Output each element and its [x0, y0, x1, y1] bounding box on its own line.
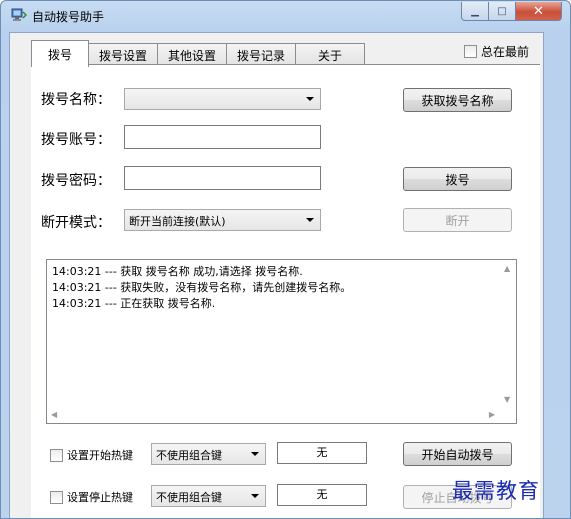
close-button[interactable]: ✕ [516, 2, 562, 21]
log-lines: 14:03:21 --- 获取 拨号名称 成功,请选择 拨号名称. 14:03:… [52, 264, 351, 312]
chevron-down-icon [251, 494, 259, 498]
always-on-top-checkbox[interactable]: 总在最前 [464, 43, 529, 60]
log-line: 14:03:21 --- 获取失败，没有拨号名称，请先创建拨号名称。 [52, 281, 352, 294]
dial-button[interactable]: 拨号 [403, 167, 512, 191]
tab-about-label: 关于 [317, 48, 342, 63]
tab-dial-records[interactable]: 拨号记录 [226, 43, 296, 66]
close-icon: ✕ [533, 3, 544, 19]
tab-dial-label: 拨号 [47, 47, 72, 62]
start-hotkey-modifier-value: 不使用组合键 [156, 449, 222, 462]
get-dial-name-button[interactable]: 获取拨号名称 [403, 88, 512, 112]
app-window: 自动拨号助手 ▁ □ ✕ 拨号 拨号设置 其他设置 拨号记录 关于 总在最前 拨… [0, 0, 571, 519]
always-on-top-check[interactable] [464, 45, 477, 58]
stop-hotkey-label: 设置停止热键 [67, 491, 133, 504]
chevron-down-icon [306, 97, 314, 101]
password-input[interactable] [124, 166, 321, 190]
tab-dial-records-label: 拨号记录 [236, 48, 285, 63]
app-icon [11, 8, 27, 21]
horizontal-scrollbar[interactable]: ◀ ▶ [47, 406, 499, 423]
scroll-left-icon[interactable]: ◀ [51, 410, 57, 419]
title-bar[interactable]: 自动拨号助手 ▁ □ ✕ [1, 1, 570, 31]
start-hotkey-checkbox[interactable]: 设置开始热键 [50, 447, 133, 463]
start-hotkey-key-input[interactable]: 无 [277, 442, 367, 464]
account-input[interactable] [124, 125, 321, 149]
window-title: 自动拨号助手 [32, 10, 105, 24]
log-textarea[interactable]: 14:03:21 --- 获取 拨号名称 成功,请选择 拨号名称. 14:03:… [46, 259, 517, 424]
start-hotkey-label: 设置开始热键 [67, 449, 133, 462]
tab-dial-settings[interactable]: 拨号设置 [88, 43, 158, 66]
watermark-text: 最需教育 [452, 479, 540, 503]
tab-other-settings[interactable]: 其他设置 [157, 43, 227, 66]
always-on-top-label: 总在最前 [481, 45, 530, 59]
scroll-down-icon[interactable]: ▼ [504, 395, 510, 404]
start-hotkey-check[interactable] [50, 448, 63, 462]
password-label: 拨号密码： [41, 173, 111, 189]
tab-other-settings-label: 其他设置 [167, 48, 216, 63]
tab-dial-settings-label: 拨号设置 [98, 48, 147, 63]
start-auto-dial-button[interactable]: 开始自动拨号 [403, 442, 512, 466]
tab-dial[interactable]: 拨号 [31, 40, 89, 67]
disconnect-mode-label: 断开模式： [41, 215, 111, 231]
log-line: 14:03:21 --- 获取 拨号名称 成功,请选择 拨号名称. [52, 265, 303, 278]
stop-hotkey-checkbox[interactable]: 设置停止热键 [50, 489, 133, 505]
start-hotkey-modifier-select[interactable]: 不使用组合键 [151, 443, 266, 465]
scroll-up-icon[interactable]: ▲ [504, 264, 510, 273]
tab-strip: 拨号 拨号设置 其他设置 拨号记录 关于 [31, 40, 365, 67]
minimize-button[interactable]: ▁ [461, 2, 489, 21]
dial-name-select[interactable] [124, 88, 321, 110]
scroll-right-icon[interactable]: ▶ [489, 410, 495, 419]
tab-about[interactable]: 关于 [295, 43, 365, 66]
account-label: 拨号账号： [41, 132, 111, 148]
minimize-icon: ▁ [471, 5, 479, 17]
disconnect-mode-value: 断开当前连接(默认) [129, 215, 226, 228]
stop-hotkey-modifier-select[interactable]: 不使用组合键 [151, 485, 266, 507]
stop-hotkey-modifier-value: 不使用组合键 [156, 491, 222, 504]
maximize-button[interactable]: □ [489, 2, 516, 21]
vertical-scrollbar[interactable]: ▲ ▼ [499, 260, 516, 406]
maximize-icon: □ [497, 5, 507, 17]
chevron-down-icon [251, 452, 259, 456]
stop-hotkey-key-input[interactable]: 无 [277, 484, 367, 506]
disconnect-button[interactable]: 断开 [403, 208, 512, 232]
log-line: 14:03:21 --- 正在获取 拨号名称. [52, 297, 216, 310]
disconnect-mode-select[interactable]: 断开当前连接(默认) [124, 209, 321, 231]
dial-name-label: 拨号名称： [41, 92, 111, 108]
chevron-down-icon [306, 218, 314, 222]
stop-hotkey-check[interactable] [50, 490, 63, 504]
